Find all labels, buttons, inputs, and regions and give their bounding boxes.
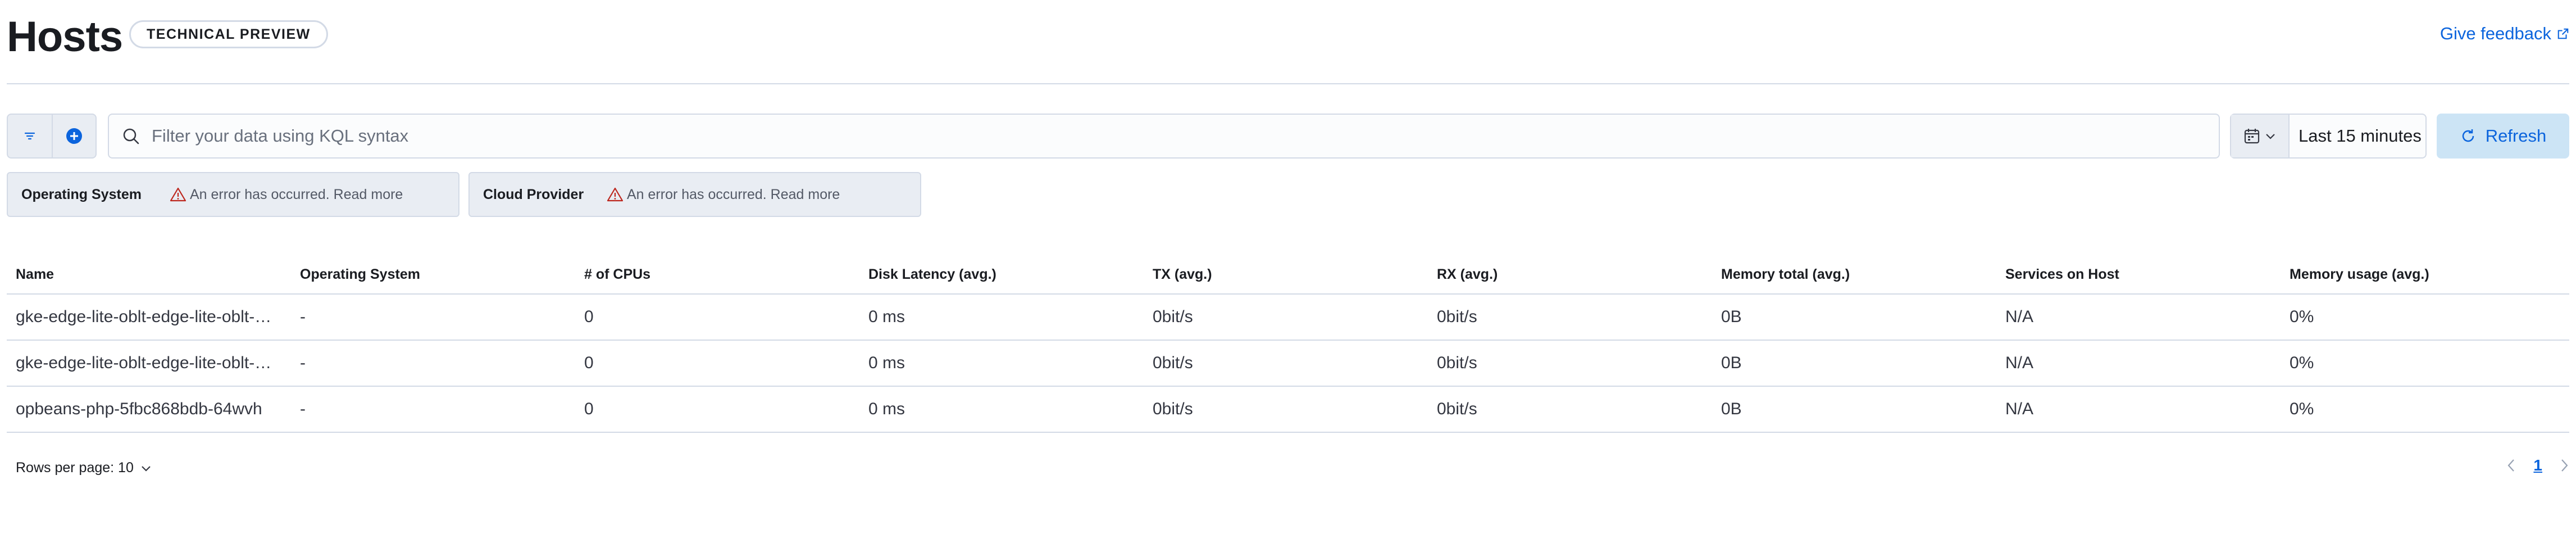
host-name-link[interactable]: gke-edge-lite-oblt-edge-lite-oblt-pool-1… (7, 307, 291, 327)
cell-services: N/A (2005, 307, 2034, 326)
quick-select-button[interactable] (2231, 115, 2290, 157)
table-header: Name Operating System # of CPUs Disk Lat… (7, 255, 2569, 295)
table-row: gke-edge-lite-oblt-edge-lite-oblt-pool-1… (7, 295, 2569, 341)
cell-rx: 0bit/s (1437, 354, 1477, 372)
plus-circle-icon (66, 128, 82, 144)
hosts-table: Name Operating System # of CPUs Disk Lat… (7, 255, 2569, 433)
control-cloud-provider[interactable]: Cloud Provider An error has occurred. Re… (468, 172, 921, 217)
refresh-icon (2462, 129, 2474, 142)
warning-icon (170, 187, 186, 202)
control-operating-system[interactable]: Operating System An error has occurred. … (7, 172, 459, 217)
control-error-text: An error has occurred. Read more (627, 186, 840, 202)
previous-page-icon[interactable] (2506, 458, 2516, 473)
cell-os: - (300, 400, 306, 418)
external-link-icon (2557, 28, 2569, 39)
cell-memory-total: 0B (1721, 400, 1742, 418)
cell-cpus: 0 (584, 400, 594, 418)
cell-disk-latency: 0 ms (868, 354, 905, 372)
cell-memory-usage: 0% (2290, 354, 2314, 372)
query-bar: Last 15 minutes Refresh (7, 114, 2569, 159)
cell-tx: 0bit/s (1153, 354, 1193, 372)
rows-per-page-label: Rows per page: 10 (16, 460, 134, 476)
page-title: Hosts (7, 13, 123, 61)
refresh-button[interactable]: Refresh (2437, 114, 2569, 159)
warning-icon (607, 187, 623, 202)
kql-search-box[interactable] (108, 114, 2220, 159)
cell-services: N/A (2005, 354, 2034, 372)
technical-preview-badge: TECHNICAL PREVIEW (129, 20, 328, 48)
give-feedback-label: Give feedback (2440, 24, 2551, 43)
cell-rx: 0bit/s (1437, 307, 1477, 326)
host-name-link[interactable]: opbeans-php-5fbc868bdb-64wvh (7, 400, 291, 419)
table-row: opbeans-php-5fbc868bdb-64wvh - 0 0 ms 0b… (7, 387, 2569, 433)
column-header-memory-total[interactable]: Memory total (avg.) (1712, 266, 1996, 283)
control-error-message[interactable]: An error has occurred. Read more (170, 187, 403, 203)
column-header-disk-latency[interactable]: Disk Latency (avg.) (859, 266, 1144, 283)
table-footer: Rows per page: 10 1 (7, 456, 2569, 485)
control-error-text: An error has occurred. Read more (190, 186, 403, 202)
control-label: Cloud Provider (483, 186, 584, 202)
next-page-icon[interactable] (2559, 458, 2569, 473)
page-number-button[interactable]: 1 (2533, 456, 2542, 474)
column-header-cpus[interactable]: # of CPUs (575, 266, 859, 283)
cell-os: - (300, 354, 306, 372)
column-header-services[interactable]: Services on Host (1996, 266, 2281, 283)
chevron-down-icon (2266, 134, 2275, 139)
date-range-display[interactable]: Last 15 minutes (2290, 115, 2422, 157)
cell-memory-total: 0B (1721, 307, 1742, 326)
cell-cpus: 0 (584, 307, 594, 326)
column-header-memory-usage[interactable]: Memory usage (avg.) (2281, 266, 2569, 283)
column-header-rx[interactable]: RX (avg.) (1428, 266, 1712, 283)
cell-tx: 0bit/s (1153, 307, 1193, 326)
give-feedback-link[interactable]: Give feedback (2440, 24, 2569, 44)
refresh-label: Refresh (2485, 126, 2547, 146)
cell-rx: 0bit/s (1437, 400, 1477, 418)
cell-services: N/A (2005, 400, 2034, 418)
cell-cpus: 0 (584, 354, 594, 372)
table-row: gke-edge-lite-oblt-edge-lite-oblt-pool-1… (7, 341, 2569, 387)
pagination: 1 (2506, 456, 2569, 474)
host-name-link[interactable]: gke-edge-lite-oblt-edge-lite-oblt-pool-1… (7, 354, 291, 373)
cell-memory-total: 0B (1721, 354, 1742, 372)
cell-memory-usage: 0% (2290, 307, 2314, 326)
chevron-down-icon (142, 465, 151, 472)
rows-per-page-button[interactable]: Rows per page: 10 (16, 460, 152, 476)
calendar-icon (2244, 129, 2260, 144)
cell-os: - (300, 307, 306, 326)
control-label: Operating System (21, 186, 142, 202)
search-icon (121, 126, 140, 146)
hosts-page: Hosts TECHNICAL PREVIEW Give feedback Fi… (7, 0, 2569, 552)
filter-button-group (7, 114, 97, 159)
column-header-os[interactable]: Operating System (291, 266, 575, 283)
date-picker: Last 15 minutes (2230, 114, 2427, 159)
filter-icon (24, 132, 35, 140)
cell-disk-latency: 0 ms (868, 400, 905, 418)
page-header: Hosts TECHNICAL PREVIEW Give feedback (7, 0, 2569, 84)
cell-memory-usage: 0% (2290, 400, 2314, 418)
control-error-message[interactable]: An error has occurred. Read more (607, 187, 840, 203)
cell-tx: 0bit/s (1153, 400, 1193, 418)
kql-search-input[interactable] (152, 126, 2174, 146)
add-filter-button[interactable] (51, 115, 95, 157)
cell-disk-latency: 0 ms (868, 307, 905, 326)
column-header-name[interactable]: Name (7, 266, 291, 283)
filter-menu-button[interactable] (8, 115, 52, 157)
column-header-tx[interactable]: TX (avg.) (1144, 266, 1428, 283)
